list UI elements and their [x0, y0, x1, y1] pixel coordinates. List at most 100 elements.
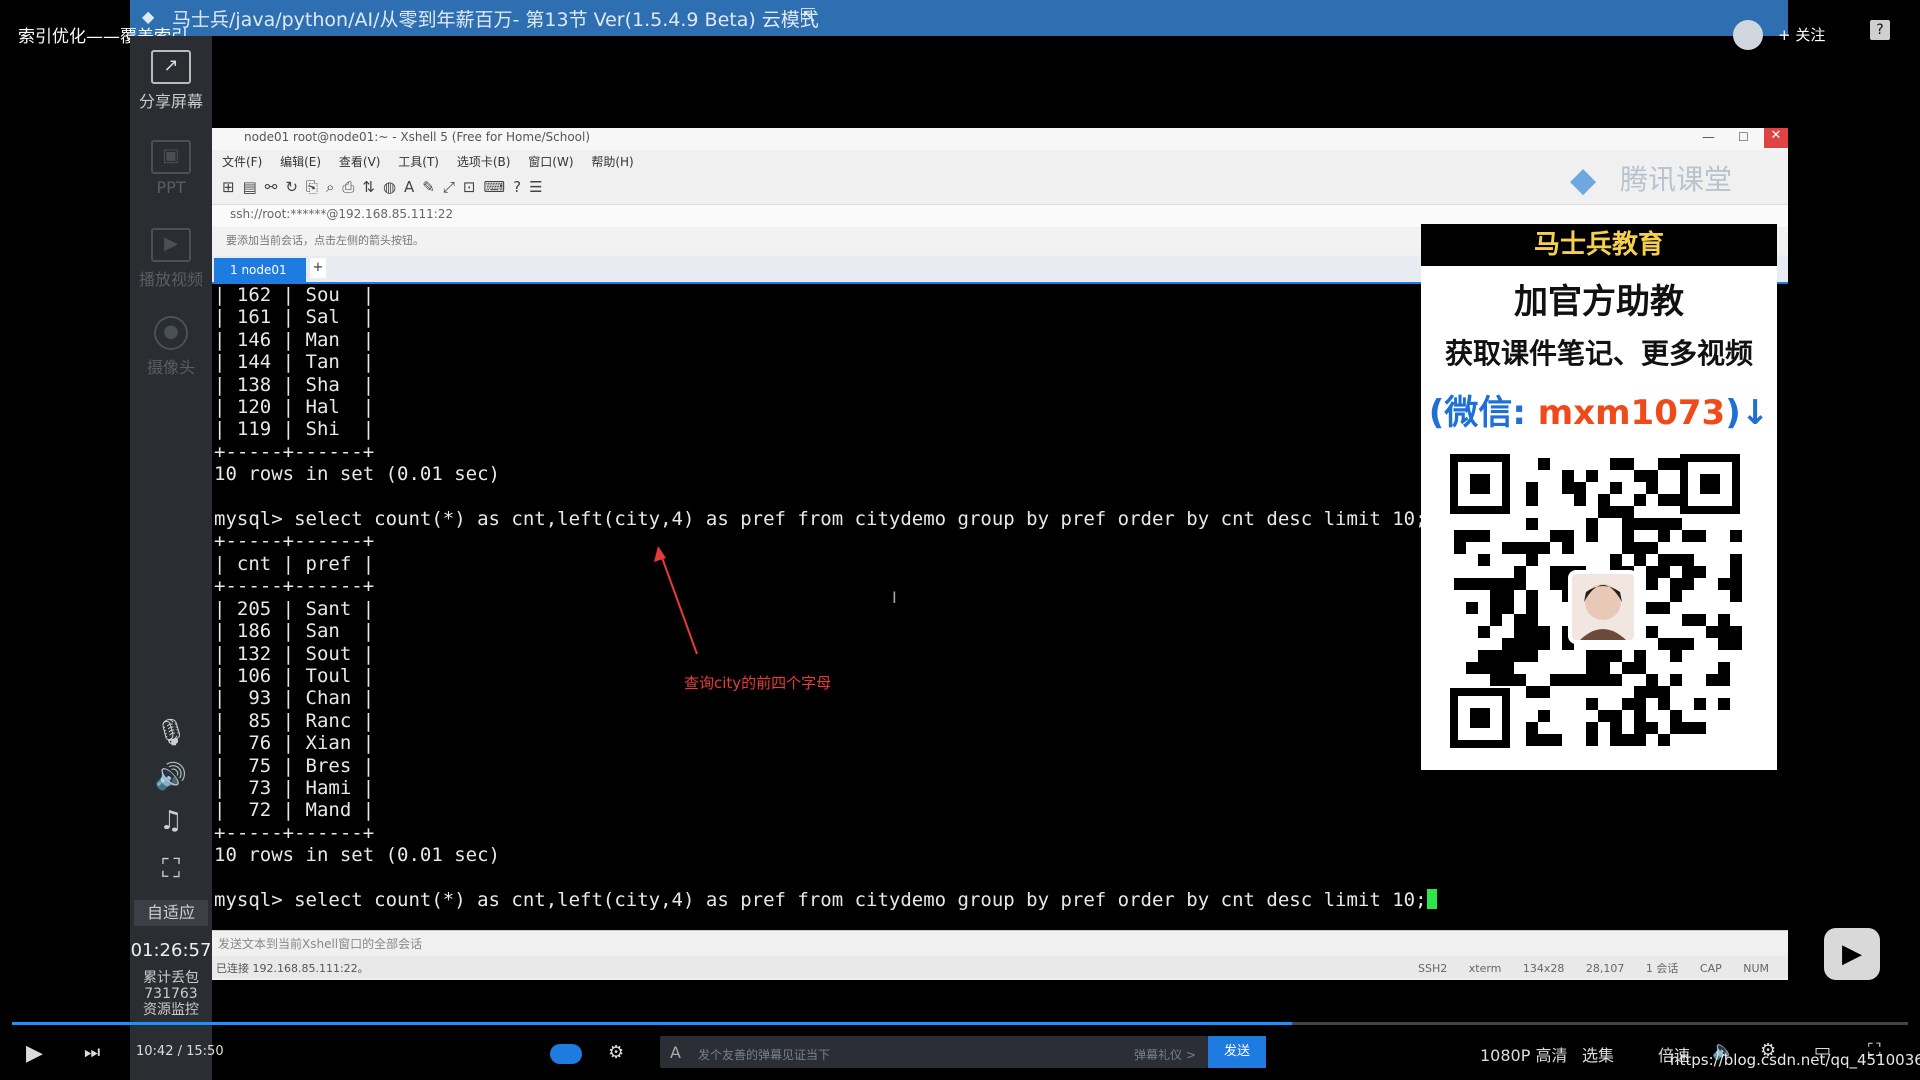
help-circle-icon[interactable]: ?	[513, 178, 529, 196]
danmu-style-icon[interactable]: A	[670, 1043, 681, 1062]
reconnect-icon[interactable]: ↻	[285, 178, 306, 196]
xshell-title: node01 root@node01:~ - Xshell 5 (Free fo…	[244, 130, 591, 144]
class-clock: 01:26:57	[130, 940, 212, 961]
menu-view[interactable]: 查看(V)	[339, 155, 381, 169]
connection-status: 已连接 192.168.85.111:22。	[216, 962, 369, 975]
camera-label: 摄像头	[146, 358, 195, 377]
terminal-history: | 162 | Sou | | 161 | Sal | | 146 | Man …	[214, 284, 1427, 867]
font-icon[interactable]: A	[404, 178, 422, 196]
menu-tools[interactable]: 工具(T)	[398, 155, 439, 169]
send-danmu-button[interactable]: 发送	[1208, 1036, 1266, 1068]
status-protocol: SSH2	[1418, 962, 1448, 975]
ppt-label: PPT	[156, 178, 186, 197]
expand-icon[interactable]: ⤢	[443, 178, 463, 196]
terminal-prompt-line: mysql> select count(*) as cnt,left(city,…	[214, 888, 1427, 911]
promo-wechat-suffix: )↓	[1725, 393, 1770, 433]
danmu-toggle[interactable]	[550, 1044, 582, 1064]
link-icon[interactable]: ⚯	[265, 178, 286, 196]
danmu-settings-icon[interactable]: ⚙	[608, 1042, 624, 1063]
play-video-button[interactable]: ▶ 播放视频	[130, 228, 212, 290]
packet-loss-stats: 累计丢包 731763 资源监控	[130, 970, 212, 1018]
quality-button[interactable]: 1080P 高清	[1480, 1042, 1567, 1066]
time-current: 10:42	[136, 1044, 174, 1059]
status-caps: CAP	[1699, 962, 1722, 975]
xshell-toolbar: ⊞▤⚯↻⎘⌕⎙⇅◍A✎⤢⊡⌨?☰	[222, 178, 551, 196]
session-hint: 要添加当前会话，点击左侧的箭头按钮。	[226, 234, 424, 247]
camera-button[interactable]: ● 摄像头	[130, 316, 212, 378]
minimize-icon[interactable]: —	[1702, 130, 1715, 145]
xshell-menu-bar: 文件(F) 编辑(E) 查看(V) 工具(T) 选项卡(B) 窗口(W) 帮助(…	[222, 153, 648, 170]
time-total: 15:50	[186, 1044, 224, 1059]
text-cursor-icon: I	[892, 588, 897, 607]
status-terminal: xterm	[1468, 962, 1502, 975]
transfer-icon[interactable]: ⇅	[362, 178, 383, 196]
fullscreen-icon[interactable]: ⛶	[130, 854, 212, 885]
promo-wechat-id: mxm1073	[1537, 393, 1726, 433]
progress-fill	[12, 1022, 1292, 1025]
status-sessions: 1 会话	[1645, 962, 1679, 975]
globe-icon[interactable]: ◍	[383, 178, 404, 196]
follow-label: 关注	[1795, 26, 1826, 44]
promo-line-3: (微信: mxm1073)↓	[1421, 385, 1777, 434]
address-text[interactable]: ssh://root:******@192.168.85.111:22	[230, 207, 453, 221]
status-position: 28,107	[1585, 962, 1625, 975]
playback-time: 10:42 / 15:50	[136, 1044, 224, 1059]
keyboard-icon[interactable]: ⌨	[483, 178, 513, 196]
share-screen-button[interactable]: ↗ 分享屏幕	[130, 50, 212, 112]
annotation-text: 查询city的前四个字母	[684, 674, 832, 692]
ppt-icon: ▣	[151, 140, 191, 174]
play-icon[interactable]: ▶	[26, 1041, 43, 1066]
terminal-cursor	[1426, 888, 1437, 909]
find-icon[interactable]: ⌕	[326, 178, 342, 196]
follow-button[interactable]: + 关注	[1778, 24, 1825, 45]
menu-file[interactable]: 文件(F)	[222, 155, 262, 169]
danmu-placeholder: 发个友善的弹幕见证当下	[698, 1048, 831, 1062]
close-icon[interactable]: ✕	[1764, 128, 1788, 148]
promo-line-2: 获取课件笔记、更多视频	[1444, 337, 1753, 370]
send-to-all-text: 发送文本到当前Xshell窗口的全部会话	[218, 937, 423, 951]
status-num: NUM	[1743, 962, 1770, 975]
ppt-button[interactable]: ▣ PPT	[130, 140, 212, 197]
share-screen-icon: ↗	[151, 50, 191, 84]
avatar[interactable]	[1733, 20, 1763, 50]
tencent-classroom-brand: 腾讯课堂	[1620, 163, 1733, 196]
help-icon[interactable]: ?	[1870, 20, 1890, 40]
menu-window[interactable]: 窗口(W)	[528, 155, 573, 169]
status-indicators: SSH2 xterm 134x28 28,107 1 会话 CAP NUM	[1418, 960, 1787, 976]
open-folder-icon[interactable]: ▤	[243, 178, 265, 196]
promo-header: 马士兵教育	[1421, 224, 1777, 266]
promo-line-1: 加官方助教	[1514, 282, 1684, 322]
promo-wechat-prefix: (微信:	[1428, 393, 1538, 433]
send-to-all-bar[interactable]	[212, 930, 1788, 955]
terminal-output: | 162 | Sou | | 161 | Sal | | 146 | Man …	[214, 284, 1437, 911]
script-icon[interactable]: ✎	[422, 178, 443, 196]
menu-edit[interactable]: 编辑(E)	[280, 155, 321, 169]
mic-muted-icon[interactable]: 🎙	[130, 718, 212, 748]
speaker-icon[interactable]: 🔊	[130, 762, 212, 792]
monitor-label[interactable]: 资源监控	[130, 1002, 212, 1018]
stats-value: 731763	[144, 986, 198, 1002]
tab-node01[interactable]: 1 node01	[214, 258, 306, 282]
play-video-icon: ▶	[151, 228, 191, 262]
qr-code	[1434, 442, 1764, 764]
tencent-classroom-logo-icon: ◆	[1570, 160, 1597, 200]
print-icon[interactable]: ⎙	[342, 178, 362, 196]
new-session-icon[interactable]: ⊞	[222, 178, 243, 196]
camera-icon: ●	[154, 316, 188, 350]
next-icon[interactable]: ⏭	[84, 1042, 100, 1063]
menu-help[interactable]: 帮助(H)	[591, 155, 633, 169]
chat-icon[interactable]: ☰	[529, 178, 550, 196]
menu-tabs[interactable]: 选项卡(B)	[457, 155, 511, 169]
copy-icon[interactable]: ⎘	[306, 178, 326, 196]
danmu-etiquette-link[interactable]: 弹幕礼仪 >	[1134, 1046, 1196, 1063]
music-icon[interactable]: ♫	[130, 806, 212, 836]
episodes-button[interactable]: 选集	[1582, 1042, 1614, 1066]
fit-button[interactable]: 自适应	[134, 900, 208, 926]
maximize-icon[interactable]: ☐	[1738, 130, 1749, 144]
lock-icon[interactable]: ⊡	[463, 178, 484, 196]
add-tab-button[interactable]: +	[310, 258, 326, 278]
share-external-icon[interactable]: ⇱	[800, 5, 816, 27]
qr-code-graphic	[1450, 454, 1742, 748]
stats-label: 累计丢包	[143, 970, 199, 986]
window-title: 马士兵/java/python/AI/从零到年薪百万- 第13节 Ver(1.5…	[172, 9, 819, 31]
